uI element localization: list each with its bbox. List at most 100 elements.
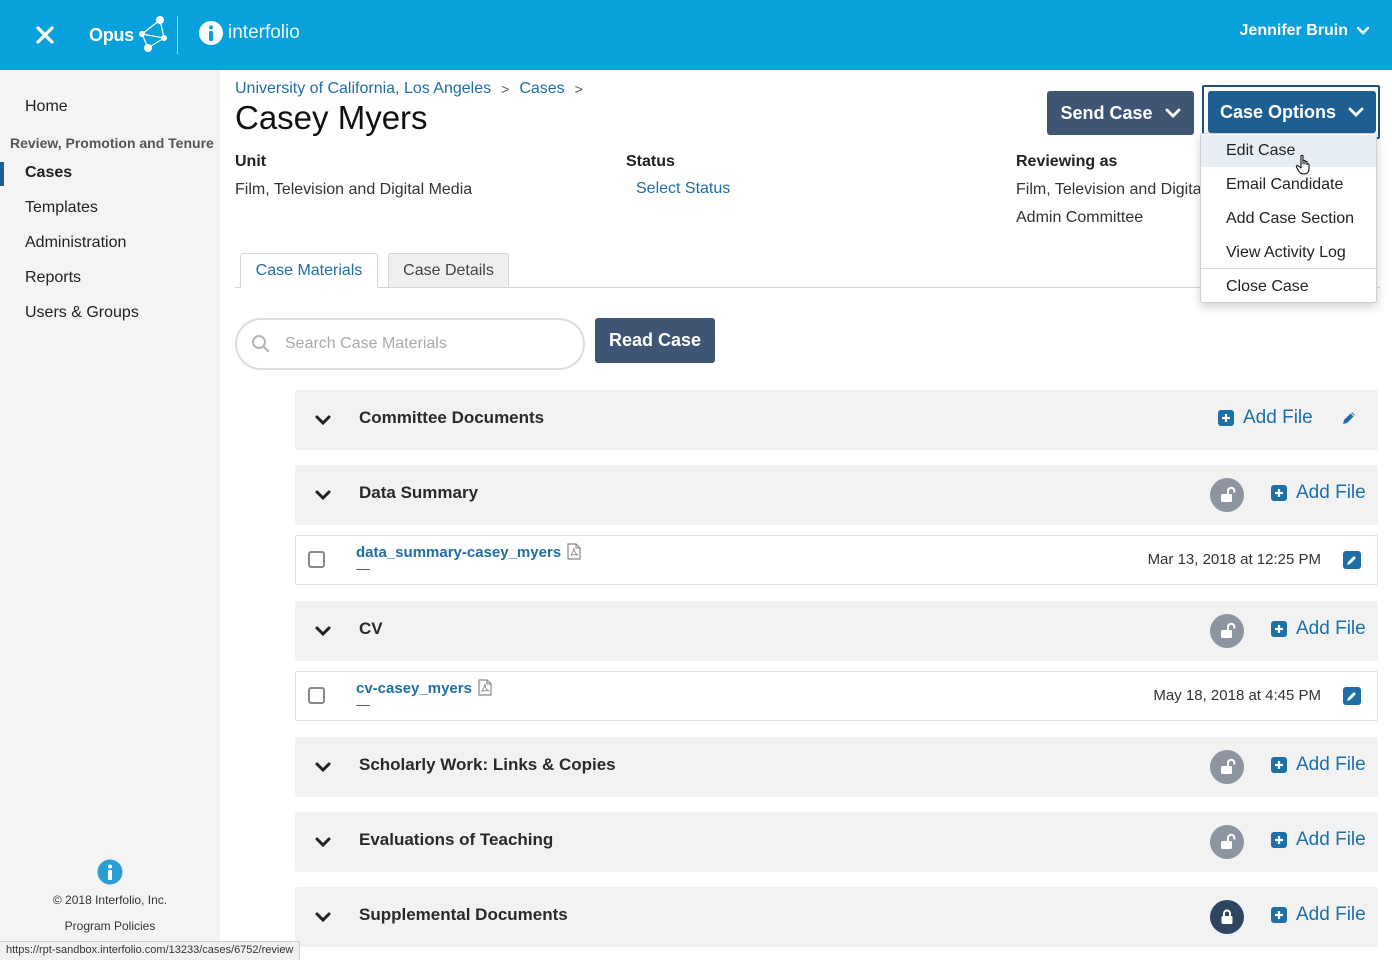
breadcrumb-org-link[interactable]: University of California, Los Angeles [235, 80, 491, 98]
lock-icon[interactable] [1210, 900, 1244, 934]
breadcrumb-separator: > [574, 81, 583, 97]
add-file-button[interactable]: Add File [1271, 829, 1366, 851]
section-title: Committee Documents [359, 408, 545, 427]
top-bar: Opus interfolio Jennifer Bruin [0, 0, 1392, 70]
add-file-label: Add File [1296, 904, 1366, 925]
breadcrumb-cases-link[interactable]: Cases [519, 80, 564, 98]
interfolio-logo[interactable]: interfolio [198, 19, 300, 47]
pencil-icon[interactable] [1340, 409, 1358, 427]
unlock-icon[interactable] [1210, 825, 1244, 859]
file-checkbox[interactable] [308, 551, 325, 568]
copyright-text: © 2018 Interfolio, Inc. [52, 893, 168, 907]
chevron-down-icon[interactable] [313, 907, 333, 927]
file-checkbox[interactable] [308, 687, 325, 704]
sidebar-item-cases[interactable]: Cases [25, 164, 72, 182]
pdf-file-icon [567, 543, 581, 560]
chevron-down-icon[interactable] [313, 410, 333, 430]
plus-square-icon [1218, 410, 1234, 426]
info-icon [199, 21, 223, 45]
send-case-button[interactable]: Send Case [1047, 91, 1194, 135]
status-label: Status [626, 153, 675, 170]
section-scholarly-work: Scholarly Work: Links & Copies Add File [295, 737, 1378, 797]
close-icon[interactable] [34, 24, 56, 46]
unlock-icon[interactable] [1210, 614, 1244, 648]
sidebar: Home Review, Promotion and Tenure Cases … [0, 70, 220, 960]
sidebar-active-indicator [0, 162, 4, 186]
plus-square-icon [1271, 757, 1287, 773]
network-icon [138, 16, 167, 52]
section-cv: CV Add File [295, 601, 1378, 661]
plus-square-icon [1271, 832, 1287, 848]
unlock-icon[interactable] [1210, 478, 1244, 512]
pdf-file-icon [478, 679, 492, 696]
case-options-button[interactable]: Case Options [1208, 91, 1376, 133]
menu-item-close-case[interactable]: Close Case [1201, 271, 1376, 303]
search-icon [252, 335, 270, 353]
chevron-down-icon[interactable] [313, 621, 333, 641]
tab-case-materials[interactable]: Case Materials [240, 253, 378, 288]
select-status-link[interactable]: Select Status [636, 180, 730, 198]
search-box [235, 318, 585, 370]
menu-item-email-candidate[interactable]: Email Candidate [1201, 169, 1376, 201]
breadcrumb-separator: > [501, 81, 510, 97]
section-evaluations-of-teaching: Evaluations of Teaching Add File [295, 812, 1378, 872]
section-committee-documents: Committee Documents Add File [295, 390, 1378, 450]
sidebar-item-home[interactable]: Home [25, 98, 68, 116]
add-file-label: Add File [1296, 754, 1366, 775]
chevron-down-icon[interactable] [313, 832, 333, 852]
plus-square-icon [1271, 621, 1287, 637]
add-file-button[interactable]: Add File [1271, 618, 1366, 640]
chevron-down-icon [1356, 26, 1370, 35]
unit-label: Unit [235, 153, 267, 170]
add-file-button[interactable]: Add File [1271, 482, 1366, 504]
chevron-down-icon[interactable] [313, 485, 333, 505]
breadcrumb: University of California, Los Angeles > … [235, 80, 583, 98]
tab-case-details[interactable]: Case Details [388, 253, 509, 288]
file-date: Mar 13, 2018 at 12:25 PM [1147, 551, 1321, 568]
add-file-label: Add File [1296, 618, 1366, 639]
add-file-button[interactable]: Add File [1271, 904, 1366, 926]
read-case-button[interactable]: Read Case [595, 318, 715, 363]
sidebar-item-administration[interactable]: Administration [25, 234, 126, 252]
status-url-bar: https://rpt-sandbox.interfolio.com/13233… [0, 941, 301, 960]
sidebar-item-users-groups[interactable]: Users & Groups [25, 304, 139, 322]
unlock-icon[interactable] [1210, 750, 1244, 784]
edit-square-icon[interactable] [1343, 551, 1361, 569]
sidebar-item-reports[interactable]: Reports [25, 269, 81, 287]
file-subtitle: — [356, 696, 370, 712]
menu-divider [1201, 268, 1376, 269]
file-date: May 18, 2018 at 4:45 PM [1153, 687, 1321, 704]
reviewing-as-committee: Admin Committee [1016, 209, 1144, 226]
section-data-summary: Data Summary Add File [295, 465, 1378, 525]
menu-item-add-case-section[interactable]: Add Case Section [1201, 203, 1376, 235]
opus-logo[interactable]: Opus [89, 14, 170, 56]
program-policies-link[interactable]: Program Policies [0, 919, 220, 933]
file-row: cv-casey_myers — May 18, 2018 at 4:45 PM [295, 671, 1378, 721]
file-row: data_summary-casey_myers — Mar 13, 2018 … [295, 535, 1378, 585]
reviewing-as-unit: Film, Television and Digita [1016, 181, 1200, 198]
section-title: CV [359, 619, 383, 638]
sidebar-item-templates[interactable]: Templates [25, 199, 98, 217]
user-name: Jennifer Bruin [1239, 22, 1348, 39]
send-case-label: Send Case [1060, 102, 1153, 123]
user-menu[interactable]: Jennifer Bruin [1240, 22, 1370, 40]
sidebar-section-label: Review, Promotion and Tenure [10, 135, 214, 151]
menu-item-view-activity-log[interactable]: View Activity Log [1201, 237, 1376, 269]
logo-divider [177, 16, 178, 54]
add-file-button[interactable]: Add File [1218, 407, 1313, 429]
section-title: Supplemental Documents [359, 905, 568, 924]
add-file-button[interactable]: Add File [1271, 754, 1366, 776]
add-file-label: Add File [1243, 407, 1313, 428]
search-input[interactable] [285, 335, 565, 353]
plus-square-icon [1271, 907, 1287, 923]
chevron-down-icon[interactable] [313, 757, 333, 777]
interfolio-logo-text: interfolio [228, 22, 300, 43]
file-name-link[interactable]: cv-casey_myers [356, 680, 472, 697]
plus-square-icon [1271, 485, 1287, 501]
file-name-link[interactable]: data_summary-casey_myers [356, 544, 561, 561]
hand-cursor-icon [1295, 154, 1310, 175]
edit-square-icon[interactable] [1343, 687, 1361, 705]
opus-logo-text: Opus [89, 24, 134, 45]
chevron-down-icon [1165, 108, 1180, 118]
menu-item-edit-case[interactable]: Edit Case [1201, 135, 1376, 167]
